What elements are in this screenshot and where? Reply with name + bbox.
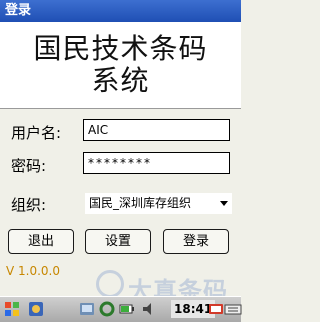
start-windows-icon[interactable] — [3, 300, 21, 318]
keyboard-icon[interactable] — [224, 300, 242, 318]
password-input[interactable] — [83, 152, 230, 174]
watermark-logo-icon — [96, 270, 124, 298]
password-label: 密码: — [11, 157, 47, 175]
org-select[interactable]: 国民_深圳库存组织 — [85, 193, 232, 214]
settings-button[interactable]: 设置 — [85, 229, 151, 254]
exit-button[interactable]: 退出 — [8, 229, 74, 254]
network-icon[interactable] — [78, 300, 96, 318]
window-title: 登录 — [0, 0, 241, 22]
username-input[interactable] — [83, 119, 230, 141]
login-button[interactable]: 登录 — [163, 229, 229, 254]
volume-icon[interactable] — [140, 300, 158, 318]
org-select-value: 国民_深圳库存组织 — [89, 196, 192, 210]
dropdown-arrow-icon[interactable] — [220, 201, 228, 206]
app-title-line1: 国民技术条码 — [33, 32, 208, 65]
taskbar: 18:41 — [0, 296, 242, 322]
sync-icon[interactable] — [98, 300, 116, 318]
input-panel-icon[interactable] — [207, 300, 225, 318]
org-label: 组织: — [11, 196, 47, 214]
username-label: 用户名: — [11, 124, 62, 142]
app-title-line2: 系统 — [91, 64, 150, 97]
app-task-icon[interactable] — [27, 300, 45, 318]
app-banner: 国民技术条码 系统 — [0, 22, 241, 109]
battery-icon[interactable] — [118, 300, 136, 318]
version-label: V 1.0.0.0 — [6, 264, 61, 278]
